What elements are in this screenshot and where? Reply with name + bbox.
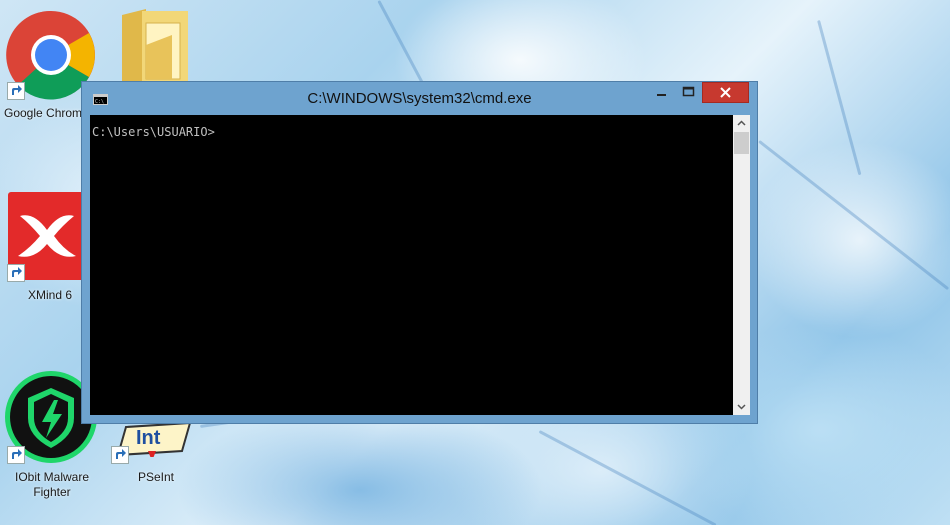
close-icon [720,87,731,98]
wallpaper-crease [758,140,950,291]
pseint-badge: Int [136,427,161,449]
desktop-icon-label: PSeInt [137,470,175,484]
desktop-icon-pseint[interactable]: Int PSeInt [108,415,200,505]
close-button[interactable] [702,82,749,103]
shortcut-arrow-icon [7,264,25,282]
minimize-button[interactable] [648,82,675,102]
vertical-scrollbar[interactable] [733,115,750,415]
wallpaper-crease [538,430,717,525]
scroll-down-button[interactable] [733,398,750,415]
console-output[interactable]: C:\Users\USUARIO> [90,115,733,415]
wallpaper-crease [817,20,862,176]
scroll-up-button[interactable] [733,115,750,132]
folder-icon [122,9,188,85]
desktop-icon-label-line2: Fighter [33,485,71,499]
chevron-up-icon [737,120,746,126]
shortcut-arrow-icon [7,446,25,464]
desktop-icon-folder[interactable] [110,5,190,85]
scroll-thumb[interactable] [734,132,749,154]
cmd-window[interactable]: C:\ C:\WINDOWS\system32\cmd.exe C:\Users… [81,81,758,424]
chevron-down-icon [737,404,746,410]
desktop: Google Chrome XMind 6 IObit Malware Figh… [0,0,950,525]
desktop-icon-label: IObit Malware [14,470,90,484]
pseint-icon: Int [118,421,192,457]
maximize-button[interactable] [675,82,702,102]
window-titlebar[interactable]: C:\ C:\WINDOWS\system32\cmd.exe [82,82,757,115]
shortcut-arrow-icon [7,82,25,100]
command-prompt-line[interactable]: C:\Users\USUARIO> [92,125,215,139]
shortcut-arrow-icon [111,446,129,464]
desktop-icon-label: Google Chrome [4,106,88,120]
